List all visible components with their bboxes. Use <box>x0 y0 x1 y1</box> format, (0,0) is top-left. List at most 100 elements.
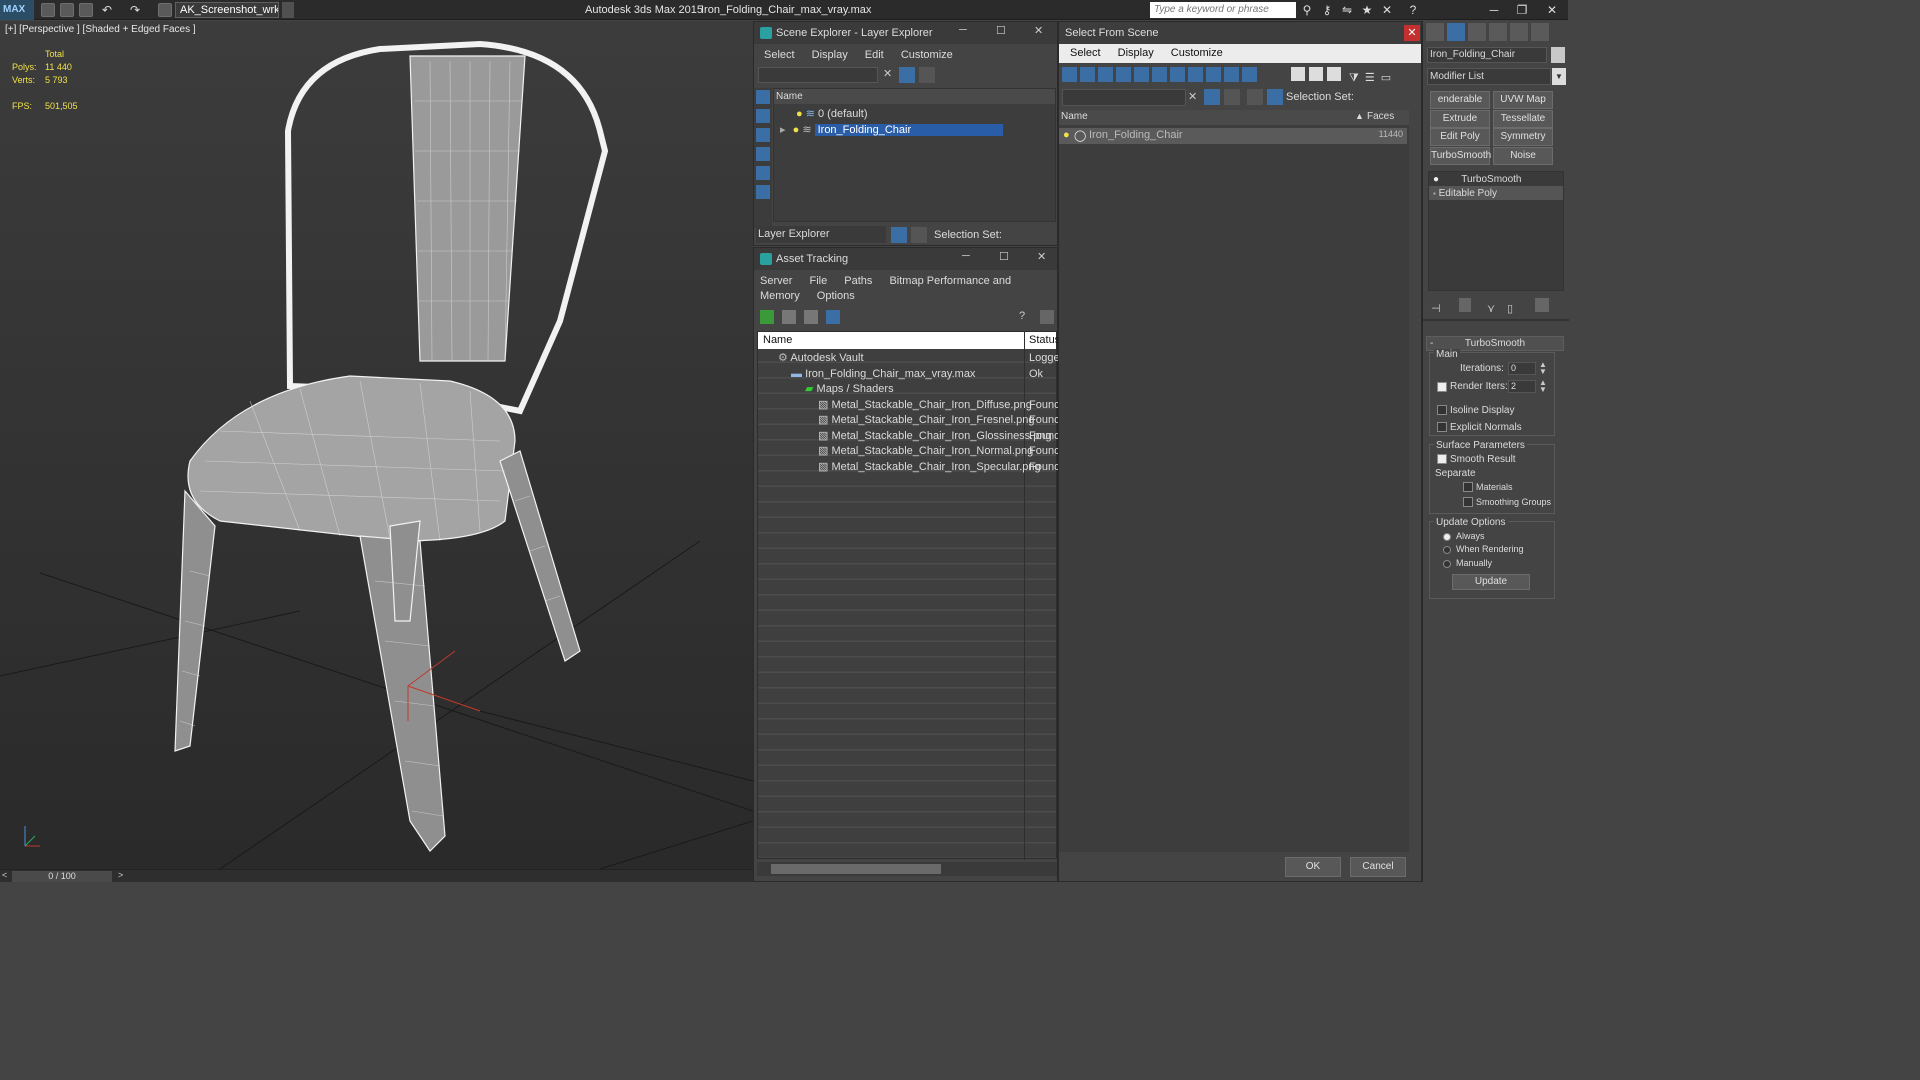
table-row[interactable]: ▧ Metal_Stackable_Chair_Iron_Diffuse.png… <box>758 398 1060 414</box>
modifier-list-dropdown[interactable]: Modifier List <box>1427 68 1551 85</box>
stack-item-editable-poly[interactable]: ▪ Editable Poly <box>1429 186 1563 200</box>
column-name[interactable]: Name <box>774 89 1055 104</box>
search-input[interactable]: Type a keyword or phrase <box>1150 2 1296 18</box>
list-view-icon[interactable] <box>782 310 796 324</box>
hierarchy-icon[interactable] <box>911 227 927 243</box>
modify-tab-icon[interactable] <box>1447 23 1465 41</box>
sort-arrow-icon[interactable]: ▲ <box>1355 111 1364 121</box>
close-icon[interactable]: ✕ <box>1404 25 1420 41</box>
pin-stack-icon[interactable]: ⊣ <box>1431 302 1443 315</box>
favorites-star-icon[interactable]: ★ <box>1360 3 1374 17</box>
open-file-icon[interactable] <box>60 3 74 17</box>
scrollbar-thumb[interactable] <box>771 864 941 874</box>
menu-options[interactable]: Options <box>817 290 855 302</box>
hierarchy-tab-icon[interactable] <box>1468 23 1486 41</box>
display-objects-icon[interactable] <box>756 90 770 104</box>
table-row[interactable]: ▰ Maps / Shaders <box>758 382 1056 398</box>
modifier-button-tessellate[interactable]: Tessellate <box>1493 110 1553 128</box>
clear-search-icon[interactable]: ✕ <box>1188 90 1197 103</box>
exchange-icon[interactable]: ✕ <box>1380 3 1394 17</box>
menu-bitmap-performance[interactable]: Bitmap Performance and Memory <box>760 275 1011 302</box>
display-geometry-icon[interactable] <box>756 109 770 123</box>
ok-button[interactable]: OK <box>1285 857 1341 877</box>
expand-plus-icon[interactable]: ▪ <box>1433 189 1436 198</box>
explicit-normals-checkbox[interactable] <box>1437 422 1447 435</box>
time-prev-icon[interactable]: < <box>2 870 7 880</box>
filter-xrefs-icon[interactable] <box>1188 67 1203 82</box>
table-row[interactable]: ▧ Metal_Stackable_Chair_Iron_Normal.png F… <box>758 444 1060 460</box>
asset-tracking-title[interactable]: Asset Tracking <box>754 248 1057 270</box>
time-next-icon[interactable]: > <box>118 870 123 880</box>
utilities-tab-icon[interactable] <box>1531 23 1549 41</box>
layer-toggle-icon[interactable] <box>919 67 935 83</box>
workspace-dropdown[interactable]: AK_Screenshot_wrksp <box>175 2 279 18</box>
filter-geometry-icon[interactable] <box>1062 67 1077 82</box>
col-faces-header[interactable]: Faces <box>1367 111 1394 122</box>
modifier-button-noise[interactable]: Noise <box>1493 147 1553 165</box>
materials-checkbox[interactable] <box>1463 482 1473 495</box>
chevron-down-icon[interactable]: ▼ <box>1552 68 1566 85</box>
object-name-field[interactable]: Iron_Folding_Chair <box>1427 47 1547 63</box>
layer-row[interactable]: ● ≋ 0 (default) <box>774 107 1055 123</box>
perspective-viewport[interactable]: [+] [Perspective ] [Shaded + Edged Faces… <box>0 21 753 869</box>
collapse-minus-icon[interactable]: - <box>1430 337 1433 350</box>
menu-customize[interactable]: Customize <box>901 49 953 61</box>
funnel-icon[interactable]: ⧩ <box>1349 72 1359 84</box>
menu-paths[interactable]: Paths <box>844 275 872 287</box>
minimize-icon[interactable]: ─ <box>959 24 967 36</box>
spinner-arrows-icon[interactable]: ▲ ▼ <box>1539 361 1547 376</box>
configure-sets-icon[interactable] <box>1535 298 1549 312</box>
layer-explorer-icon[interactable] <box>891 227 907 243</box>
settings-icon[interactable] <box>1040 310 1054 324</box>
help-icon[interactable]: ? <box>1019 310 1033 324</box>
isoline-checkbox[interactable] <box>1437 405 1447 418</box>
filter-lights-icon[interactable] <box>1098 67 1113 82</box>
menu-customize[interactable]: Customize <box>1171 47 1223 59</box>
restore-icon[interactable]: ❐ <box>1508 0 1536 20</box>
thumbnail-view-icon[interactable] <box>804 310 818 324</box>
object-color-swatch[interactable] <box>1551 47 1565 63</box>
display-spacewarps-icon[interactable] <box>756 185 770 199</box>
menu-server[interactable]: Server <box>760 275 792 287</box>
help-icon[interactable]: ? <box>1406 3 1420 17</box>
modifier-button-edit-poly[interactable]: Edit Poly <box>1430 128 1490 146</box>
layer-row[interactable]: ▸ ● ≋ Iron_Folding_Chair <box>774 123 1055 139</box>
render-iters-checkbox[interactable] <box>1437 382 1447 395</box>
maximize-icon[interactable]: ☐ <box>996 24 1006 37</box>
table-row[interactable]: ▧ Metal_Stackable_Chair_Iron_Fresnel.png… <box>758 413 1060 429</box>
select-all-icon[interactable] <box>1291 67 1305 81</box>
refresh-icon[interactable] <box>760 310 774 324</box>
filter-shapes-icon[interactable] <box>1080 67 1095 82</box>
minimize-icon[interactable]: ─ <box>962 250 970 262</box>
menu-file[interactable]: File <box>809 275 827 287</box>
close-icon[interactable]: ✕ <box>1538 0 1566 20</box>
explorer-type-dropdown[interactable]: Layer Explorer <box>756 226 886 243</box>
lightbulb-icon[interactable]: ● <box>793 124 800 136</box>
make-unique-icon[interactable]: ⋎ <box>1487 302 1499 315</box>
lightbulb-icon[interactable]: ● <box>1063 129 1070 141</box>
when-rendering-radio[interactable] <box>1443 545 1451 557</box>
layer-toggle-icon[interactable] <box>1224 89 1240 105</box>
binoculars-icon[interactable]: ⚲ <box>1300 3 1314 17</box>
new-file-icon[interactable] <box>41 3 55 17</box>
select-from-scene-title[interactable]: Select From Scene <box>1059 22 1421 44</box>
table-row[interactable]: ▧ Metal_Stackable_Chair_Iron_Glossiness.… <box>758 429 1060 445</box>
filter-frozen-icon[interactable] <box>1242 67 1257 82</box>
viewport-label[interactable]: [+] [Perspective ] [Shaded + Edged Faces… <box>5 24 196 35</box>
scene-search-input[interactable] <box>758 67 878 83</box>
show-end-result-icon[interactable] <box>1459 298 1471 312</box>
close-icon[interactable]: ✕ <box>1037 250 1046 263</box>
smooth-result-checkbox[interactable] <box>1437 454 1447 467</box>
modifier-button-renderable-spline[interactable]: enderable Spli <box>1430 91 1490 121</box>
menu-display[interactable]: Display <box>1118 47 1154 59</box>
stack-item-turbosmooth[interactable]: ● TurboSmooth <box>1429 172 1563 186</box>
col-name-header[interactable]: Name <box>1061 111 1088 122</box>
filter-icon[interactable] <box>1204 89 1220 105</box>
project-folder-icon[interactable] <box>158 3 172 17</box>
app-logo[interactable]: MAX <box>0 0 34 20</box>
hierarchy-view-icon[interactable]: ☰ <box>1365 72 1375 84</box>
horizontal-scrollbar[interactable] <box>757 862 1057 876</box>
redo-icon[interactable]: ↷ <box>128 3 142 17</box>
connect-icon[interactable]: ⇋ <box>1340 3 1354 17</box>
modifier-button-symmetry[interactable]: Symmetry <box>1493 128 1553 146</box>
